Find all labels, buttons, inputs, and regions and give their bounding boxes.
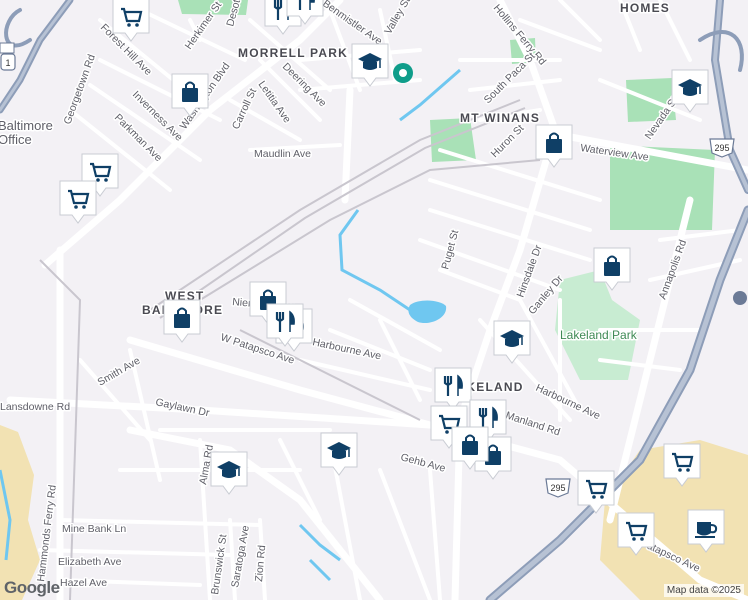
- street-label: Lansdowne Rd: [0, 401, 70, 413]
- poi-label-baltimore-office: Baltimore: [0, 118, 53, 133]
- street-label: Elizabeth Ave: [58, 556, 122, 568]
- svg-text:295: 295: [550, 483, 565, 493]
- area-label-mt-winans: MT WINANS: [460, 111, 540, 125]
- svg-text:295: 295: [714, 143, 729, 153]
- google-logo: Google: [4, 578, 60, 597]
- location-pin-icon[interactable]: [393, 63, 413, 83]
- area-label-morrell-park: MORRELL PARK: [238, 46, 348, 60]
- poi-label-office: Office: [0, 132, 32, 147]
- street-label: Maudlin Ave: [254, 148, 311, 160]
- bank-icon[interactable]: [733, 291, 747, 305]
- map-canvas[interactable]: 295 295 1 HOMES MORRELL PARK MT WINANS W…: [0, 0, 748, 600]
- park-label-lakeland-park: Lakeland Park: [560, 328, 638, 342]
- street-label: Mine Bank Ln: [62, 523, 126, 535]
- highway-shield-alt: [0, 42, 15, 54]
- map-attribution: Map data ©2025: [663, 584, 744, 597]
- svg-text:1: 1: [5, 58, 10, 68]
- street-label: Hazel Ave: [60, 577, 107, 589]
- highway-shield-us1: 1: [0, 53, 16, 71]
- area-label-homes: HOMES: [620, 1, 670, 15]
